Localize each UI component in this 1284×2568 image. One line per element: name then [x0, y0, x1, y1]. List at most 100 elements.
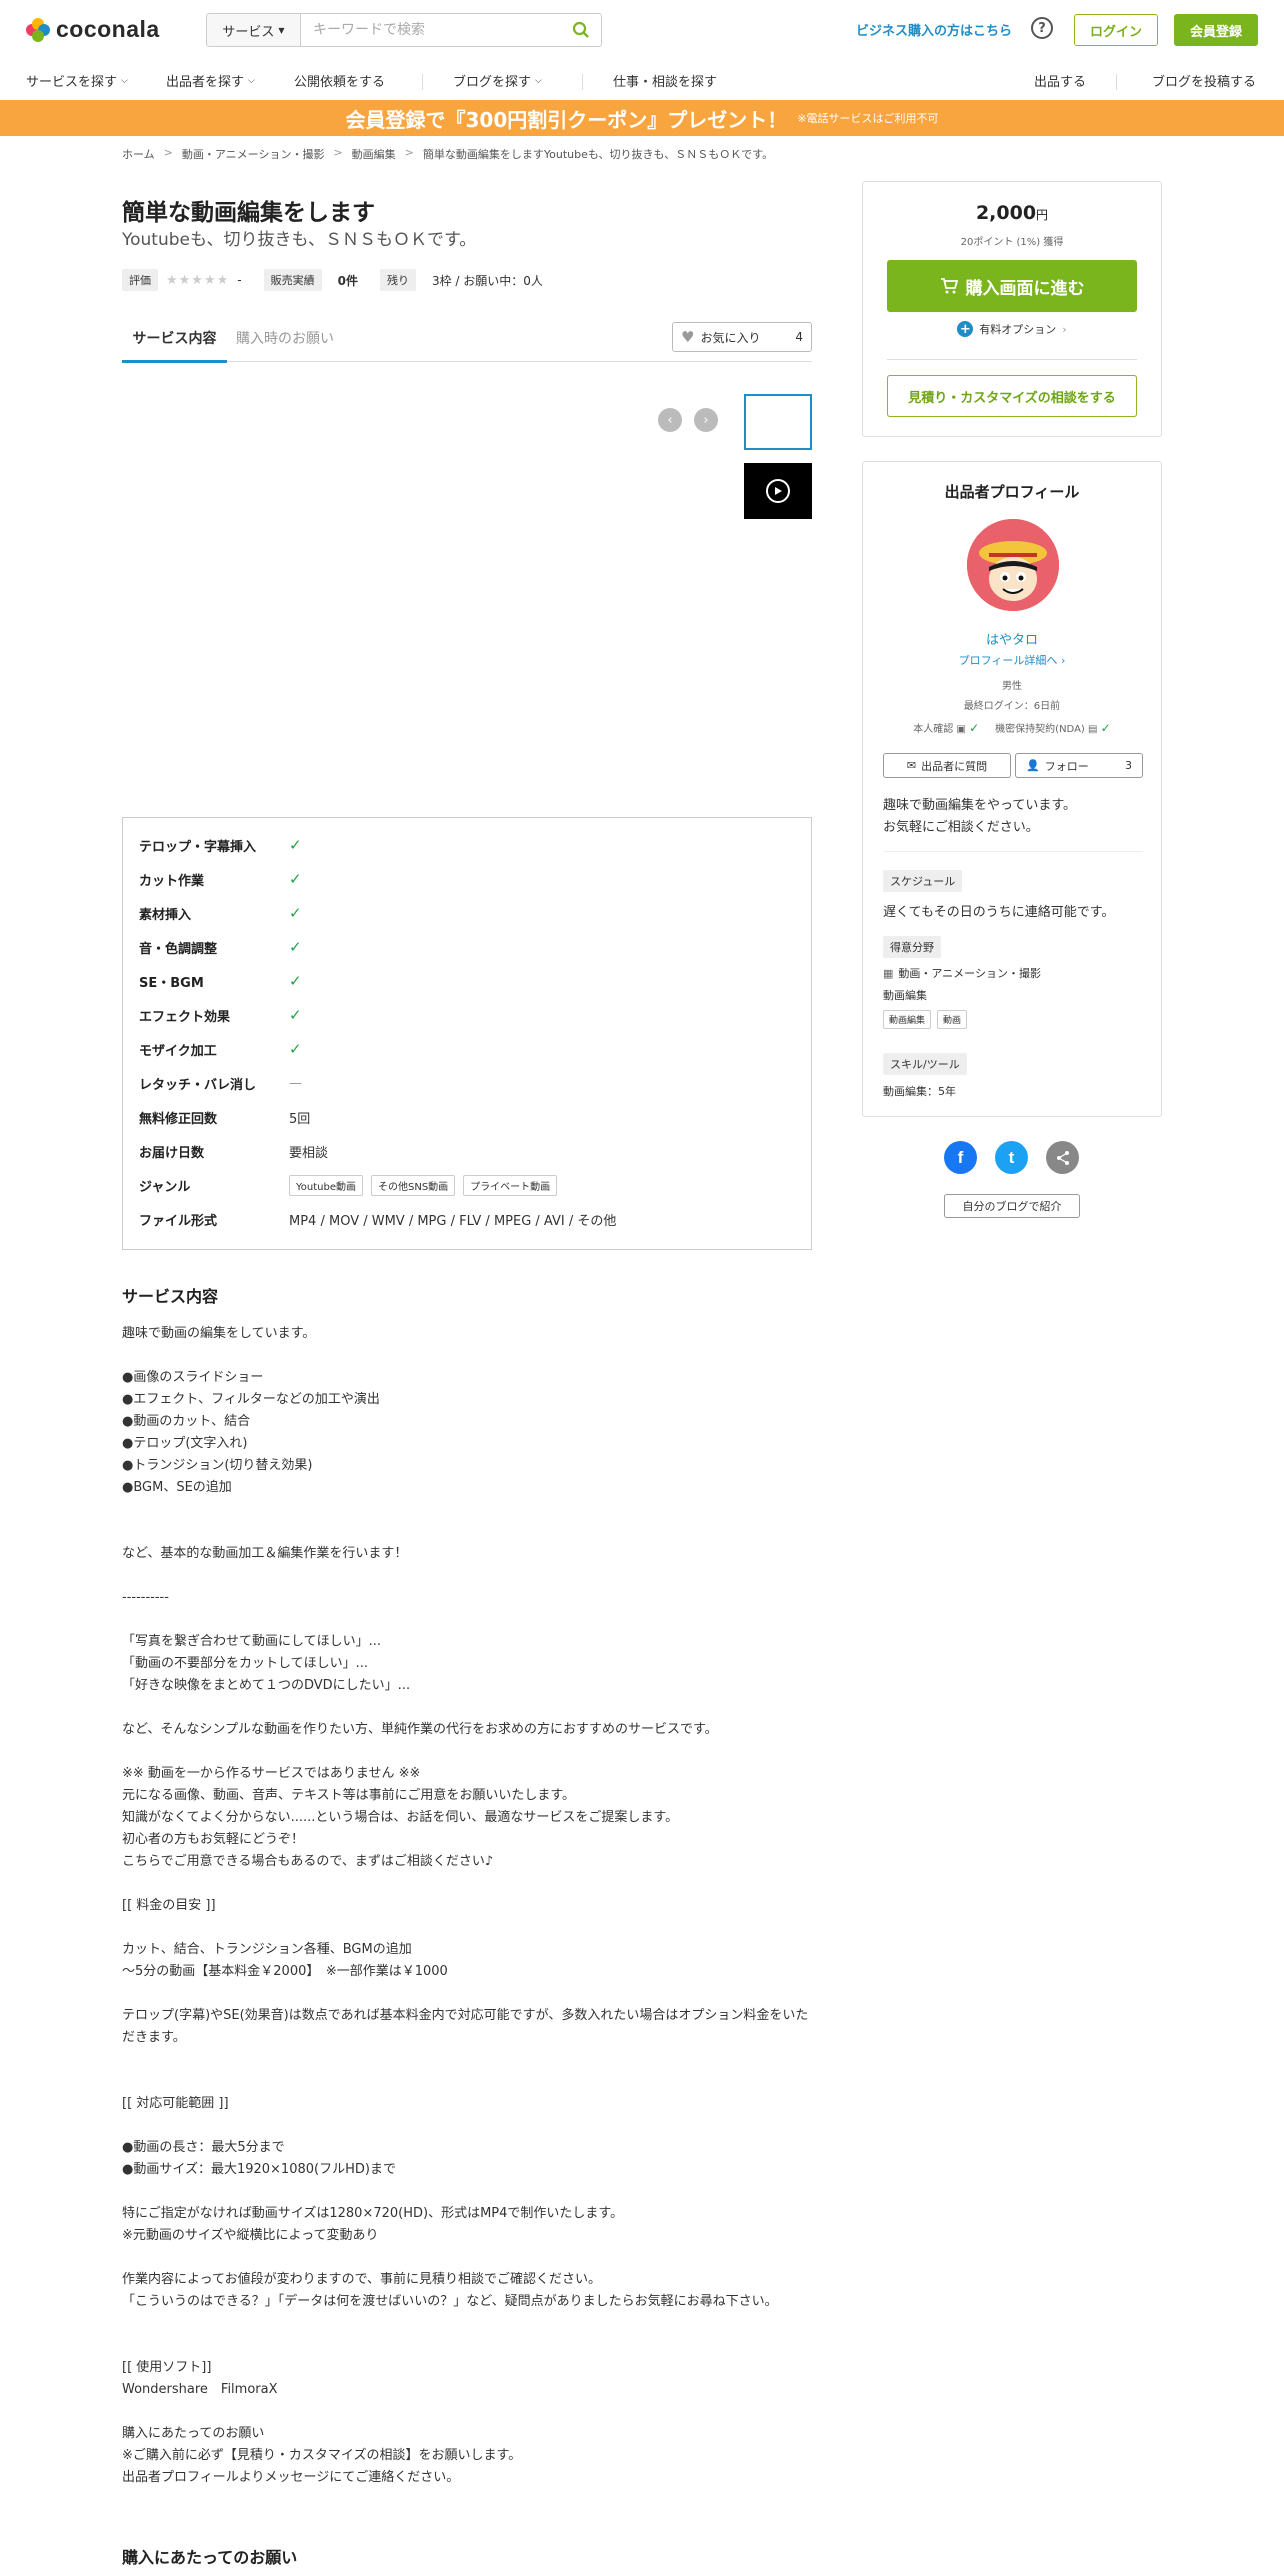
play-icon: [766, 479, 790, 503]
page-subtitle: Youtubeも、切り抜きも、ＳＮＳもＯＫです。: [122, 230, 477, 250]
share-icon[interactable]: [1046, 1141, 1079, 1174]
seller-last-login: 最終ログイン：6日前: [963, 701, 1061, 712]
nav-divider: [582, 74, 583, 90]
spec-key: ジャンル: [139, 1179, 191, 1195]
logo-text: coconala: [56, 16, 160, 42]
favorite-button[interactable]: ♥ お気に入り 4: [672, 322, 812, 352]
buy-button[interactable]: 購入画面に進む: [887, 260, 1137, 312]
check-icon: ✓: [289, 938, 302, 956]
purchase-requests-heading: 購入にあたってのお願い: [122, 2548, 298, 2567]
spec-value: MP4 / MOV / WMV / MPG / FLV / MPEG / AVI…: [289, 1213, 617, 1229]
price-currency: 円: [1036, 208, 1049, 222]
nav-post-blog[interactable]: ブログを投稿する: [1152, 71, 1256, 90]
follow-button[interactable]: 👤 フォロー 3: [1015, 753, 1143, 778]
paid-options-toggle[interactable]: + 有料オプション ›: [863, 321, 1161, 337]
dash-icon: —: [289, 1075, 302, 1091]
spec-row: モザイク加工 ✓: [139, 1032, 795, 1066]
search-category-label: サービス: [222, 24, 275, 40]
chevron-down-icon: ⌵: [121, 75, 128, 86]
search-button[interactable]: [561, 14, 601, 46]
consult-button[interactable]: 見積り・カスタマイズの相談をする: [887, 375, 1137, 417]
divider: [883, 851, 1143, 852]
page-title: 簡単な動画編集をします: [122, 200, 375, 226]
tools-label: スキル/ツール: [883, 1053, 967, 1075]
nav-find-services[interactable]: サービスを探す ⌵: [26, 71, 128, 90]
spec-row: ファイル形式 MP4 / MOV / WMV / MPG / FLV / MPEG…: [139, 1202, 795, 1236]
breadcrumb-item[interactable]: 動画編集: [352, 146, 396, 162]
heart-icon: ♥: [681, 328, 695, 346]
twitter-icon[interactable]: t: [995, 1141, 1028, 1174]
nav-post-request[interactable]: 公開依頼をする: [294, 71, 385, 90]
search-bar: サービス ▼: [206, 13, 602, 47]
gallery-prev-button[interactable]: ‹: [658, 408, 682, 432]
chevron-left-icon: ‹: [667, 412, 673, 428]
spec-key: エフェクト効果: [139, 1009, 231, 1025]
genre-tag[interactable]: その他SNS動画: [371, 1174, 456, 1196]
follow-label: フォロー: [1044, 759, 1089, 773]
spec-row: お届け日数 要相談: [139, 1134, 795, 1168]
grid-icon: ▦: [883, 966, 894, 980]
avatar[interactable]: [967, 519, 1059, 611]
nav-divider: [1116, 74, 1117, 90]
nav-label: ブログを探す: [453, 75, 532, 90]
nav-sell[interactable]: 出品する: [1034, 71, 1086, 90]
genre-tags: Youtube動画 その他SNS動画 プライベート動画: [289, 1174, 558, 1196]
profile-detail-link[interactable]: プロフィール詳細へ ›: [863, 652, 1161, 668]
tab-service-content[interactable]: サービス内容: [122, 328, 227, 363]
tab-purchase-requests[interactable]: 購入時のお願い: [236, 328, 334, 360]
banner-note: ※電話サービスはご利用不可: [797, 112, 939, 125]
nav-divider: [422, 74, 423, 90]
breadcrumb-item[interactable]: 動画・アニメーション・撮影: [182, 146, 325, 162]
logo-icon: [26, 17, 50, 42]
chevron-down-icon: ⌵: [535, 75, 542, 86]
service-meta: 評価 ★★★★★ - 販売実績 0件 残り 3枠 / お願い中：0人: [122, 269, 543, 291]
genre-tag[interactable]: Youtube動画: [289, 1174, 363, 1196]
banner-text: 会員登録で『300円割引クーポン』プレゼント！: [345, 107, 788, 132]
video-thumbnail[interactable]: [744, 463, 812, 519]
nav-find-sellers[interactable]: 出品者を探す ⌵: [166, 71, 255, 90]
business-purchase-link[interactable]: ビジネス購入の方はこちら: [856, 20, 1012, 39]
nav-find-jobs[interactable]: 仕事・相談を探す: [613, 71, 717, 90]
search-category-select[interactable]: サービス ▼: [207, 14, 301, 46]
spec-value: 5回: [289, 1111, 311, 1127]
spec-row: カット作業 ✓: [139, 862, 795, 896]
gallery-nav: ‹ ›: [658, 408, 718, 432]
chevron-down-icon: ⌵: [248, 75, 255, 86]
genre-tag[interactable]: プライベート動画: [463, 1174, 558, 1196]
buy-button-label: 購入画面に進む: [965, 278, 1085, 299]
remaining-label: 残り: [379, 269, 416, 291]
price-value: 2,000: [975, 202, 1037, 224]
profile-heading: 出品者プロフィール: [944, 483, 1080, 501]
login-button[interactable]: ログイン: [1074, 14, 1158, 46]
chevron-down-icon: ▼: [278, 25, 285, 35]
check-icon: ✓: [289, 1006, 302, 1024]
nav-find-blogs[interactable]: ブログを探す ⌵: [453, 71, 542, 90]
ask-seller-button[interactable]: ✉ 出品者に質問: [883, 753, 1011, 778]
sales-label: 販売実績: [263, 269, 322, 291]
breadcrumb-item[interactable]: ホーム: [122, 146, 155, 162]
nav-label: 公開依頼をする: [294, 75, 386, 90]
register-button[interactable]: 会員登録: [1174, 14, 1258, 46]
gallery-next-button[interactable]: ›: [694, 408, 718, 432]
chevron-right-icon: >: [404, 146, 414, 159]
paid-options-label: 有料オプション: [979, 323, 1057, 336]
blog-share-button[interactable]: 自分のブログで紹介: [944, 1194, 1080, 1218]
facebook-icon[interactable]: f: [944, 1141, 977, 1174]
identity-verified: 本人確認 ▣ ✓: [913, 720, 979, 735]
spec-key: 素材挿入: [139, 907, 192, 923]
skill-tag[interactable]: 動画編集: [883, 1010, 932, 1029]
spec-key: テロップ・字幕挿入: [139, 839, 257, 855]
document-icon: ▤: [1088, 724, 1098, 735]
spec-row: テロップ・字幕挿入 ✓: [139, 828, 795, 862]
skill-tag[interactable]: 動画: [937, 1010, 968, 1029]
search-input[interactable]: [301, 14, 561, 46]
gallery-thumbnail[interactable]: [744, 394, 812, 450]
seller-name[interactable]: はやタロ: [863, 629, 1161, 648]
coconala-logo[interactable]: coconala: [26, 16, 160, 43]
help-icon[interactable]: ?: [1031, 17, 1053, 39]
coupon-banner[interactable]: 会員登録で『300円割引クーポン』プレゼント！ ※電話サービスはご利用不可: [0, 100, 1284, 136]
description-heading: サービス内容: [122, 1287, 219, 1306]
schedule-label: スケジュール: [883, 870, 963, 892]
nav-label: 出品する: [1034, 75, 1087, 90]
tools-text: 動画編集：5年: [883, 1085, 956, 1098]
